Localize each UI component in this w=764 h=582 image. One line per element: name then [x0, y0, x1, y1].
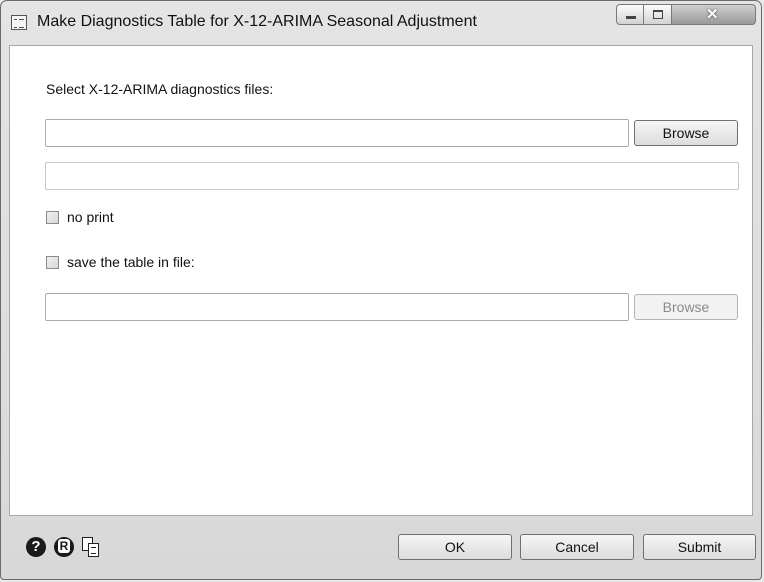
- no-print-label: no print: [67, 209, 114, 225]
- window-title: Make Diagnostics Table for X-12-ARIMA Se…: [37, 13, 477, 30]
- caption-buttons: ✕: [616, 4, 756, 25]
- ok-button[interactable]: OK: [398, 534, 512, 560]
- cancel-button[interactable]: Cancel: [520, 534, 634, 560]
- copy-page-front: [88, 543, 99, 557]
- close-icon: ✕: [706, 6, 719, 23]
- selected-files-display[interactable]: [45, 162, 739, 190]
- save-file-input[interactable]: [45, 293, 629, 321]
- title-bar[interactable]: Make Diagnostics Table for X-12-ARIMA Se…: [1, 1, 761, 45]
- maximize-button[interactable]: [644, 4, 672, 25]
- diagnostics-files-input[interactable]: [45, 119, 629, 147]
- no-print-checkbox[interactable]: [46, 211, 59, 224]
- dialog-window: Make Diagnostics Table for X-12-ARIMA Se…: [0, 0, 762, 580]
- dialog-body: Select X-12-ARIMA diagnostics files: Bro…: [9, 45, 753, 516]
- submit-button[interactable]: Submit: [643, 534, 756, 560]
- r-icon[interactable]: [54, 537, 74, 557]
- window-icon[interactable]: [11, 15, 27, 30]
- maximize-icon: [653, 10, 663, 19]
- save-table-checkbox[interactable]: [46, 256, 59, 269]
- minimize-button[interactable]: [616, 4, 644, 25]
- help-icon[interactable]: ?: [26, 537, 46, 557]
- save-browse-button[interactable]: Browse: [634, 294, 738, 320]
- select-files-label: Select X-12-ARIMA diagnostics files:: [46, 81, 274, 97]
- save-table-label: save the table in file:: [67, 254, 195, 270]
- minimize-icon: [626, 16, 636, 19]
- close-button[interactable]: ✕: [672, 4, 756, 25]
- copy-icon[interactable]: [82, 537, 100, 557]
- browse-button[interactable]: Browse: [634, 120, 738, 146]
